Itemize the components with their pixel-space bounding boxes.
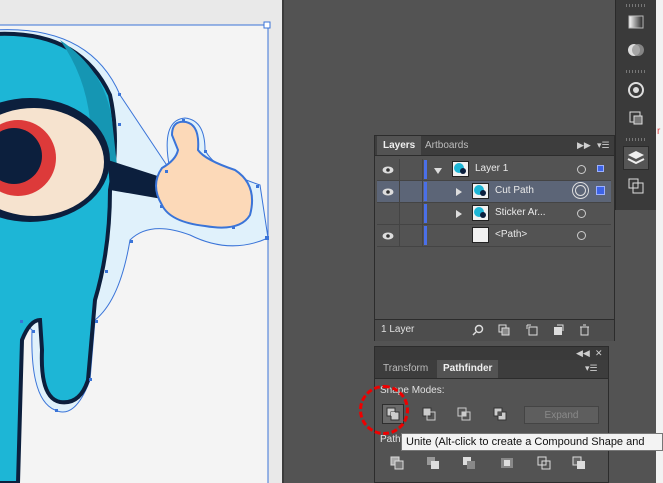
dock-grip[interactable]: [626, 138, 646, 141]
minus-front-button[interactable]: [418, 404, 440, 424]
layer-row-cut-path[interactable]: Cut Path: [377, 181, 611, 203]
panel-title-bar[interactable]: ◀◀ ✕: [375, 347, 608, 360]
layer-color-bar: [424, 182, 427, 201]
layer-row-sticker-art[interactable]: Sticker Ar...: [377, 203, 611, 225]
target-icon[interactable]: [577, 231, 586, 240]
layer-name[interactable]: Cut Path: [495, 185, 534, 196]
selection-indicator[interactable]: [597, 165, 604, 172]
sublayer-thumbnail: [472, 183, 489, 199]
eye-icon[interactable]: [377, 159, 400, 180]
target-icon[interactable]: [575, 185, 586, 196]
edge-glyph: r: [657, 126, 661, 137]
eye-icon[interactable]: [377, 225, 400, 246]
sublayer-thumbnail: [472, 227, 489, 243]
appearance-panel-icon[interactable]: [623, 78, 649, 102]
layers-tab-bar: Layers Artboards ▶▶ ▾☰: [375, 136, 614, 156]
layer-name[interactable]: Sticker Ar...: [495, 207, 546, 218]
sublayer-thumbnail: [472, 205, 489, 221]
graphic-styles-panel-icon[interactable]: [623, 106, 649, 130]
pathfinder-tab-bar: Transform Pathfinder ▾☰: [375, 360, 608, 379]
crop-button[interactable]: [496, 453, 518, 473]
target-icon[interactable]: [577, 209, 586, 218]
tab-artboards[interactable]: Artboards: [419, 136, 474, 155]
layers-panel: Layers Artboards ▶▶ ▾☰ Layer 1 Cut Path …: [374, 135, 615, 341]
search-icon[interactable]: [471, 323, 485, 337]
artboard-canvas[interactable]: [0, 0, 282, 483]
new-layer-icon[interactable]: [551, 323, 565, 337]
dock-grip[interactable]: [626, 4, 646, 7]
exclude-button[interactable]: [489, 404, 511, 424]
new-sublayer-icon[interactable]: [525, 323, 539, 337]
triangle-expand-icon[interactable]: [456, 209, 463, 221]
dock-grip[interactable]: [626, 70, 646, 73]
collapse-panel-icon[interactable]: ▶▶: [577, 140, 591, 151]
layer-name[interactable]: <Path>: [495, 229, 527, 240]
layer-color-bar: [424, 160, 427, 179]
expand-button[interactable]: Expand: [524, 406, 599, 424]
trash-icon[interactable]: [577, 323, 591, 337]
merge-button[interactable]: [458, 453, 480, 473]
lock-toggle[interactable]: [400, 203, 423, 224]
intersect-button[interactable]: [453, 404, 475, 424]
triangle-collapse-icon[interactable]: [434, 166, 442, 178]
layer-color-bar: [424, 226, 427, 245]
workspace-divider: [282, 0, 284, 483]
divide-button[interactable]: [386, 453, 408, 473]
visibility-toggle[interactable]: [377, 203, 400, 224]
lock-toggle[interactable]: [400, 181, 423, 202]
tab-transform[interactable]: Transform: [377, 360, 434, 378]
panel-dock-strip: [615, 0, 656, 210]
document-edge: [656, 0, 663, 483]
target-icon[interactable]: [577, 165, 586, 174]
triangle-expand-icon[interactable]: [456, 187, 463, 199]
collapse-panel-icon[interactable]: ◀◀: [576, 348, 590, 359]
unite-tooltip: Unite (Alt-click to create a Compound Sh…: [401, 433, 663, 451]
layer-thumbnail: [452, 161, 469, 177]
layer-count: 1 Layer: [381, 324, 415, 335]
artboards-panel-icon[interactable]: [623, 174, 649, 198]
trim-button[interactable]: [422, 453, 444, 473]
transparency-panel-icon[interactable]: [623, 38, 649, 62]
minus-back-button[interactable]: [568, 453, 590, 473]
layers-panel-icon[interactable]: [623, 146, 649, 170]
pathfinders-label: Pathf: [380, 434, 404, 445]
selection-indicator[interactable]: [596, 186, 605, 195]
gradient-panel-icon[interactable]: [623, 10, 649, 34]
tab-layers[interactable]: Layers: [377, 136, 422, 155]
panel-menu-icon[interactable]: ▾☰: [585, 363, 598, 374]
sticker-artwork[interactable]: [0, 0, 282, 483]
panel-menu-icon[interactable]: ▾☰: [597, 140, 610, 151]
close-icon[interactable]: ✕: [595, 348, 603, 359]
lock-toggle[interactable]: [400, 159, 423, 180]
layer-row-path[interactable]: <Path>: [377, 225, 611, 247]
layer-color-bar: [424, 204, 427, 223]
eye-icon[interactable]: [377, 181, 400, 202]
pathfinder-panel: ◀◀ ✕ Transform Pathfinder ▾☰ Shape Modes…: [374, 346, 609, 483]
clipping-mask-icon[interactable]: [497, 323, 511, 337]
tab-pathfinder[interactable]: Pathfinder: [437, 360, 499, 378]
lock-toggle[interactable]: [400, 225, 423, 246]
highlight-ring: [359, 385, 409, 435]
outline-button[interactable]: [533, 453, 555, 473]
layer-name[interactable]: Layer 1: [475, 163, 508, 174]
layers-footer: 1 Layer: [375, 319, 614, 341]
layer-row-layer-1[interactable]: Layer 1: [377, 159, 611, 181]
